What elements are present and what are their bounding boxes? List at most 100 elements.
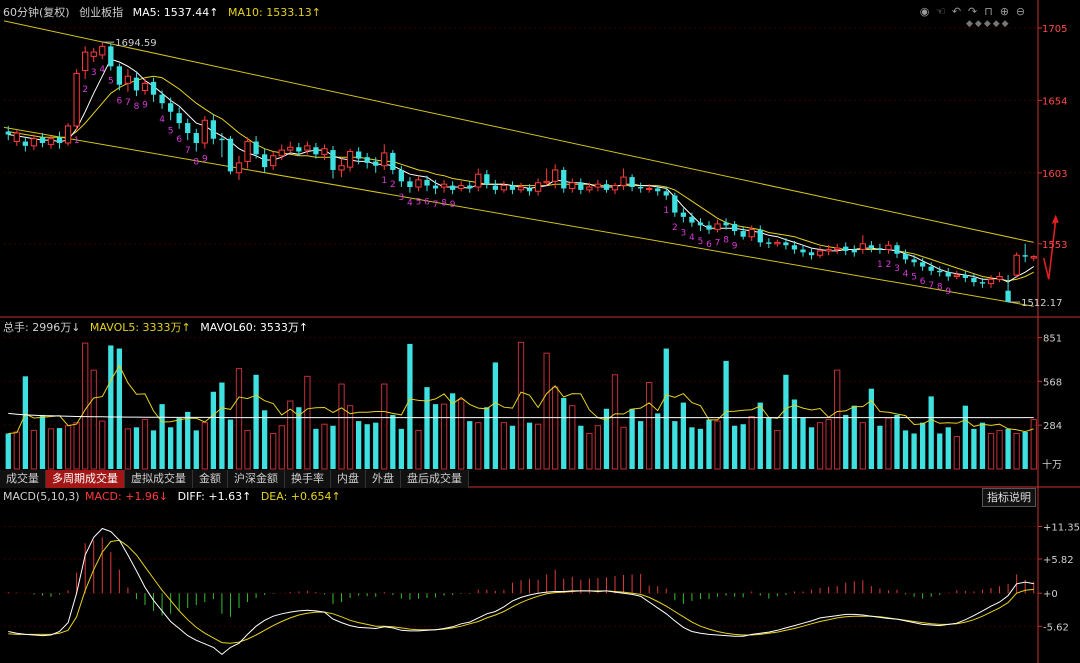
mavol5-value: MAVOL5: 3333万↑ [89,321,191,334]
sequence-label: 7 [125,98,131,108]
volume-bar-up [834,369,841,470]
volume-bar-down [637,421,644,469]
volume-bar-down [689,427,695,469]
macd-value: MACD: +1.96↓ [85,490,169,503]
zoom-in-icon[interactable]: ⊕ [998,5,1011,18]
candle-down [868,245,875,249]
sequence-label: 7 [433,200,439,210]
candle-up [953,274,960,277]
volume-bar-up [321,423,328,470]
candle-down [22,141,29,146]
candle-down [509,185,516,190]
volume-bar-down [467,421,473,469]
price-tick-label: 1705 [1042,24,1067,35]
sequence-label: 5 [911,273,917,283]
candle-down [219,138,225,141]
indicator-help-button[interactable]: 指标说明 [982,488,1036,507]
candle-down [979,282,986,284]
undo-icon[interactable]: ↶ [950,5,963,18]
volume-bar-down [578,425,584,469]
sequence-label: 1 [877,260,883,270]
candle-up [99,45,106,56]
candle-down [791,245,798,250]
candle-down [689,216,695,223]
volume-panel [5,341,1037,470]
volume-bar-down [373,422,379,469]
volume-bar-up [458,399,465,470]
zoom-out-icon[interactable]: ⊖ [1014,5,1027,18]
candle-down [159,94,165,104]
candle-up [594,183,602,188]
volume-bar-up [440,403,448,470]
hand-icon[interactable]: ☜ [934,5,947,18]
candle-down [723,222,729,226]
sequence-label: 7 [185,146,191,156]
volume-bar-down [1022,431,1028,469]
tab-outer-volume[interactable]: 外盘 [366,470,401,488]
redo-icon[interactable]: ↷ [966,5,979,18]
candle-down [185,123,191,134]
candle-up [235,162,243,174]
volume-bar-up [620,426,627,470]
candle-down [680,212,687,217]
candle-down [971,277,977,283]
candle-up [381,152,388,167]
volume-bar-up [346,405,354,470]
candle-up [141,82,149,91]
candle-up [996,275,1003,280]
candle-down [937,270,943,273]
candle-down [894,245,900,254]
tab-sh-sz-amount[interactable]: 沪深金额 [228,470,285,488]
volume-bar-up [1013,432,1020,470]
tab-volume[interactable]: 成交量 [0,470,46,488]
volume-bar-down [851,405,857,469]
volume-tabs: 成交量 多周期成交量 虚拟成交量 金额 沪深金额 换手率 内盘 外盘 盘后成交量 [0,470,469,488]
candle-up [569,182,576,189]
candle-up [774,241,781,245]
volume-bar-down [227,419,234,469]
low-label: 1512.17 [1021,298,1062,309]
price-panel: 123 456 7 8 945678 91 234 5 6 7 8 9123 4 5 6 7 891 2 34 5 6 7… [3,20,1062,309]
macd-tick-label: -5.62 [1043,622,1069,633]
volume-bar-up [64,425,72,470]
candle-down [808,252,815,256]
candle-down [210,120,217,139]
volume-bar-down [723,360,729,469]
candle-down [484,174,490,185]
volume-bar-up [304,375,311,470]
candle-up [825,249,832,252]
lock-icon[interactable]: ⊓ [982,5,995,18]
volume-bar-down [133,427,140,469]
volume-bar-up [235,368,243,470]
volume-bar-up [748,415,755,470]
tab-inner-volume[interactable]: 内盘 [331,470,366,488]
volume-bar-down [22,376,29,469]
volume-bar-up [270,432,277,470]
channel-line-lower [3,126,1034,307]
candle-up [90,51,97,57]
volume-bar-down [210,391,217,469]
candle-up [859,243,866,251]
period-label[interactable]: 60分钟(复权) [3,6,70,19]
chart-toolbar: ◉ ☜ ↶ ↷ ⊓ ⊕ ⊖ [918,5,1027,18]
tab-turnover[interactable]: 换手率 [285,470,331,488]
candle-down [227,138,234,172]
volume-bar-down [655,413,661,469]
volume-bar-up [381,383,388,470]
tab-amount[interactable]: 金额 [193,470,228,488]
candle-up [475,173,482,188]
volume-bar-down [492,362,499,469]
candle-down [800,249,806,253]
volume-bar-down [740,424,746,469]
volume-bar-up [774,429,781,470]
eye-icon[interactable]: ◉ [918,5,931,18]
volume-bar-down [1005,428,1011,469]
candle-down [176,113,182,124]
candle-down [603,184,610,190]
tab-virtual-volume[interactable]: 虚拟成交量 [125,470,193,488]
candle-up [534,182,542,192]
tab-after-hours-volume[interactable]: 盘后成交量 [401,470,469,488]
sequence-label: 2 [82,85,88,95]
volume-bar-up [47,428,55,470]
tab-multi-period-volume[interactable]: 多周期成交量 [46,470,125,488]
